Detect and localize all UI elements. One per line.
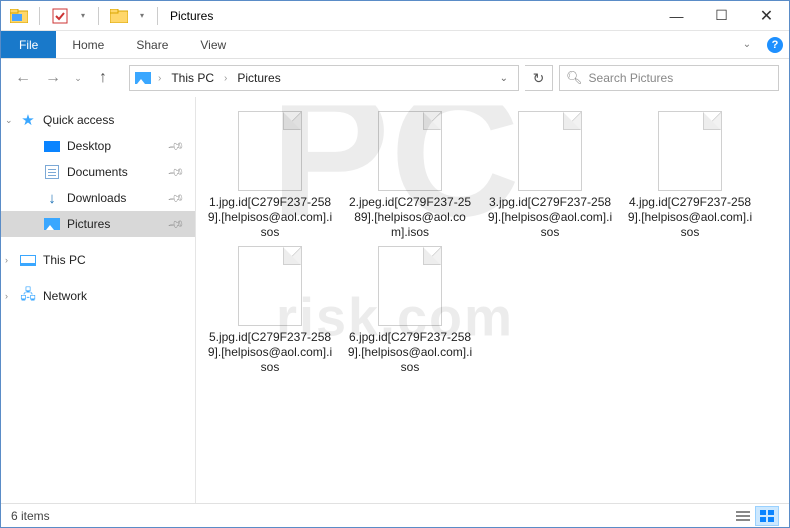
minimize-button[interactable]: — — [654, 1, 699, 31]
ribbon: File Home Share View ⌄ ? — [1, 31, 789, 59]
qat-properties-icon[interactable] — [48, 5, 72, 27]
file-list[interactable]: 1.jpg.id[C279F237-2589].[helpisos@aol.co… — [196, 97, 789, 505]
sidebar-item-network[interactable]: › 🖧︎ Network — [1, 283, 195, 309]
help-button[interactable]: ? — [761, 31, 789, 58]
close-button[interactable]: ✕ — [744, 1, 789, 31]
sidebar-item-label: Documents — [67, 165, 128, 179]
documents-icon — [43, 165, 61, 179]
recent-dropdown[interactable]: ⌄ — [71, 66, 85, 90]
search-input[interactable]: 🔍︎ Search Pictures — [559, 65, 779, 91]
maximize-button[interactable]: ☐ — [699, 1, 744, 31]
chevron-right-icon[interactable]: › — [222, 73, 229, 84]
up-button[interactable]: ↑ — [91, 66, 115, 90]
navbar: ← → ⌄ ↑ › This PC › Pictures ⌄ ↻ 🔍︎ Sear… — [1, 59, 789, 97]
file-item[interactable]: 6.jpg.id[C279F237-2589].[helpisos@aol.co… — [346, 246, 474, 375]
sidebar-item-label: Network — [43, 289, 87, 303]
breadcrumb-thispc[interactable]: This PC — [167, 71, 218, 85]
sidebar-quickaccess[interactable]: ⌄ ★ Quick access — [1, 107, 195, 133]
sidebar-item-label: This PC — [43, 253, 86, 267]
file-item[interactable]: 4.jpg.id[C279F237-2589].[helpisos@aol.co… — [626, 111, 754, 240]
refresh-button[interactable]: ↻ — [525, 65, 553, 91]
chevron-right-icon[interactable]: › — [5, 255, 8, 265]
chevron-right-icon[interactable]: › — [5, 291, 8, 301]
sidebar-item-label: Pictures — [67, 217, 110, 231]
explorer-icon — [7, 5, 31, 27]
address-bar[interactable]: › This PC › Pictures ⌄ — [129, 65, 519, 91]
pin-icon: 📌︎ — [167, 163, 186, 182]
address-dropdown-icon[interactable]: ⌄ — [494, 73, 514, 84]
sidebar-item-label: Desktop — [67, 139, 111, 153]
file-tab[interactable]: File — [1, 31, 56, 58]
pictures-icon — [134, 71, 152, 85]
pin-icon: 📌︎ — [167, 189, 186, 208]
pictures-icon — [43, 217, 61, 231]
sidebar-item-documents[interactable]: Documents 📌︎ — [1, 159, 195, 185]
titlebar: ▾ ▾ Pictures — ☐ ✕ — [1, 1, 789, 31]
file-icon — [238, 246, 302, 326]
pc-icon — [19, 253, 37, 267]
tab-home[interactable]: Home — [56, 31, 120, 58]
item-count: 6 items — [11, 509, 50, 523]
help-icon: ? — [767, 37, 783, 53]
file-item[interactable]: 2.jpeg.id[C279F237-2589].[helpisos@aol.c… — [346, 111, 474, 240]
downloads-icon: ↓ — [43, 191, 61, 205]
pin-icon: 📌︎ — [167, 137, 186, 156]
file-item[interactable]: 3.jpg.id[C279F237-2589].[helpisos@aol.co… — [486, 111, 614, 240]
chevron-down-icon[interactable]: ⌄ — [5, 115, 13, 126]
file-label: 2.jpeg.id[C279F237-2589].[helpisos@aol.c… — [346, 195, 474, 240]
ribbon-collapse-icon[interactable]: ⌄ — [733, 31, 761, 58]
sidebar-item-pictures[interactable]: Pictures 📌︎ — [1, 211, 195, 237]
network-icon: 🖧︎ — [19, 289, 37, 303]
chevron-right-icon[interactable]: › — [156, 73, 163, 84]
sidebar-item-label: Quick access — [43, 113, 114, 127]
file-item[interactable]: 1.jpg.id[C279F237-2589].[helpisos@aol.co… — [206, 111, 334, 240]
sidebar-item-thispc[interactable]: › This PC — [1, 247, 195, 273]
file-label: 1.jpg.id[C279F237-2589].[helpisos@aol.co… — [206, 195, 334, 240]
sidebar-item-downloads[interactable]: ↓ Downloads 📌︎ — [1, 185, 195, 211]
statusbar: 6 items — [1, 503, 789, 527]
view-details-button[interactable] — [731, 506, 755, 526]
tab-view[interactable]: View — [184, 31, 242, 58]
file-icon — [658, 111, 722, 191]
qat-dropdown2-icon[interactable]: ▾ — [135, 5, 149, 27]
star-icon: ★ — [19, 113, 37, 127]
file-icon — [238, 111, 302, 191]
window-title: Pictures — [170, 9, 213, 23]
file-label: 5.jpg.id[C279F237-2589].[helpisos@aol.co… — [206, 330, 334, 375]
tab-share[interactable]: Share — [120, 31, 184, 58]
main-area: ⌄ ★ Quick access Desktop 📌︎ Documents 📌︎… — [1, 97, 789, 505]
file-label: 6.jpg.id[C279F237-2589].[helpisos@aol.co… — [346, 330, 474, 375]
file-icon — [378, 246, 442, 326]
forward-button[interactable]: → — [41, 66, 65, 90]
file-icon — [518, 111, 582, 191]
pin-icon: 📌︎ — [167, 215, 186, 234]
file-label: 3.jpg.id[C279F237-2589].[helpisos@aol.co… — [486, 195, 614, 240]
sidebar-item-desktop[interactable]: Desktop 📌︎ — [1, 133, 195, 159]
qat-dropdown-icon[interactable]: ▾ — [76, 5, 90, 27]
file-label: 4.jpg.id[C279F237-2589].[helpisos@aol.co… — [626, 195, 754, 240]
view-icons-button[interactable] — [755, 506, 779, 526]
breadcrumb-pictures[interactable]: Pictures — [233, 71, 284, 85]
search-placeholder: Search Pictures — [589, 71, 674, 85]
sidebar-item-label: Downloads — [67, 191, 126, 205]
desktop-icon — [43, 139, 61, 153]
back-button[interactable]: ← — [11, 66, 35, 90]
sidebar: ⌄ ★ Quick access Desktop 📌︎ Documents 📌︎… — [1, 97, 196, 505]
folder-icon — [107, 5, 131, 27]
file-icon — [378, 111, 442, 191]
file-item[interactable]: 5.jpg.id[C279F237-2589].[helpisos@aol.co… — [206, 246, 334, 375]
search-icon: 🔍︎ — [566, 70, 583, 86]
